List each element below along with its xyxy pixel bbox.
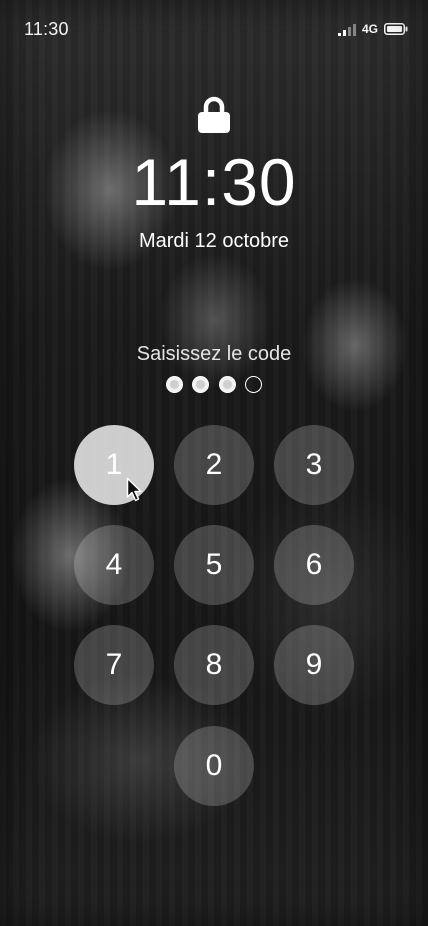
status-bar: 11:30 4G [0,0,428,56]
key-5-button[interactable]: 5 [174,525,254,605]
key-0-button[interactable]: 0 [174,726,254,806]
key-3-label: 3 [305,448,323,481]
pin-dot-filled [218,376,236,393]
key-2-button[interactable]: 2 [174,425,254,505]
pin-keypad: 1 2 3 4 5 6 7 8 9 0 [0,0,428,926]
lock-screen: 11:30 4G 11:30 Mardi 12 octobre Saisisse… [0,0,428,926]
key-5-label: 5 [205,548,223,581]
lock-icon [198,96,230,133]
key-1-button[interactable]: 1 [74,425,154,505]
key-9-label: 9 [305,648,323,681]
key-4-label: 4 [105,548,123,581]
pin-prompt: Saisissez le code [136,343,292,365]
key-7-button[interactable]: 7 [74,625,154,705]
pin-dot-filled [166,376,183,393]
key-8-button[interactable]: 8 [174,625,254,705]
network-type-label: 4G [361,22,378,36]
status-time: 11:30 [24,19,69,39]
pin-indicator [166,376,262,396]
pin-dot-empty [244,376,262,393]
key-9-button[interactable]: 9 [274,625,354,705]
key-6-label: 6 [305,548,323,581]
lock-date: Mardi 12 octobre [138,230,290,252]
key-3-button[interactable]: 3 [274,425,354,505]
key-1-label: 1 [105,448,123,481]
signal-bars-icon [337,23,356,36]
key-7-label: 7 [105,648,123,681]
key-2-label: 2 [205,448,223,481]
key-4-button[interactable]: 4 [74,525,154,605]
status-icons: 4G [337,22,408,36]
key-6-button[interactable]: 6 [274,525,354,605]
pin-dot-filled [192,376,210,393]
lock-clock: 11:30 [131,145,297,219]
battery-icon [384,23,408,35]
key-8-label: 8 [205,648,223,681]
key-0-label: 0 [205,749,223,782]
